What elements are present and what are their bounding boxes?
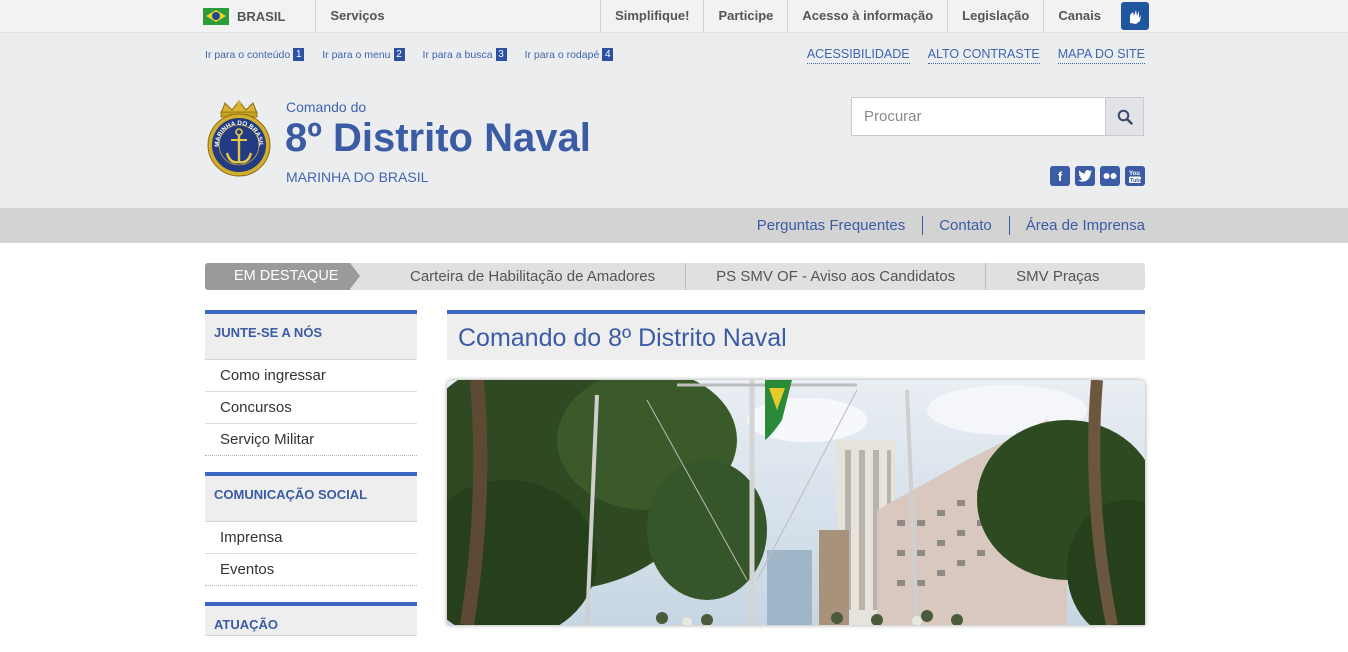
sidebar-item-eventos[interactable]: Eventos: [205, 554, 417, 586]
highlights-label: EM DESTAQUE: [205, 263, 360, 290]
high-contrast-link[interactable]: ALTO CONTRASTE: [927, 47, 1040, 64]
vlibras-hand-icon[interactable]: [1121, 2, 1149, 30]
sidebar-section-junte-se: JUNTE-SE A NÓS Como ingressar Concursos …: [205, 310, 417, 456]
sidebar-section-atuacao: ATUAÇÃO: [205, 602, 417, 636]
sidebar-item-concursos[interactable]: Concursos: [205, 392, 417, 424]
sidebar-menu: JUNTE-SE A NÓS Como ingressar Concursos …: [205, 310, 417, 652]
main-content: Comando do 8º Distrito Naval: [447, 310, 1145, 625]
sidebar-section-comunicacao: COMUNICAÇÃO SOCIAL Imprensa Eventos: [205, 472, 417, 586]
skip-to-search-link[interactable]: Ir para a busca 3: [423, 48, 507, 61]
service-bar: Perguntas Frequentes Contato Área de Imp…: [0, 208, 1348, 243]
skip-to-footer-link[interactable]: Ir para o rodapé 4: [525, 48, 614, 61]
svg-text:You: You: [1129, 171, 1140, 177]
site-title[interactable]: 8º Distrito Naval: [285, 116, 591, 161]
search-box: [851, 97, 1144, 136]
flickr-icon[interactable]: [1100, 166, 1120, 186]
sidebar-section-title[interactable]: ATUAÇÃO: [205, 606, 417, 636]
sidebar-item-como-ingressar[interactable]: Como ingressar: [205, 360, 417, 392]
gov-link-acesso-informacao[interactable]: Acesso à informação: [787, 0, 947, 32]
youtube-icon[interactable]: You Tube: [1125, 166, 1145, 186]
sidebar-section-title[interactable]: JUNTE-SE A NÓS: [205, 314, 417, 360]
skip-to-content-link[interactable]: Ir para o conteúdo 1: [205, 48, 305, 61]
page-title: Comando do 8º Distrito Naval: [447, 310, 1145, 360]
press-area-link[interactable]: Área de Imprensa: [1008, 216, 1145, 235]
highlights-bar: EM DESTAQUE Carteira de Habilitação de A…: [205, 263, 1145, 290]
gov-link-simplifique[interactable]: Simplifique!: [600, 0, 703, 32]
highlight-item[interactable]: PS SMV OF - Aviso aos Candidatos: [686, 263, 987, 290]
search-input[interactable]: [852, 98, 1105, 135]
brazil-flag-icon: [203, 7, 229, 25]
site-subtitle: Comando do: [286, 99, 367, 115]
contact-link[interactable]: Contato: [922, 216, 992, 235]
search-button[interactable]: [1105, 98, 1143, 135]
site-header: Ir para o conteúdo 1 Ir para o menu 2 Ir p…: [0, 33, 1348, 208]
navy-emblem-logo[interactable]: MARINHA DO BRASIL: [205, 99, 273, 191]
gov-link-participe[interactable]: Participe: [703, 0, 787, 32]
sitemap-link[interactable]: MAPA DO SITE: [1057, 47, 1145, 64]
svg-text:Tube: Tube: [1130, 178, 1142, 184]
gov-brasil-link[interactable]: BRASIL: [237, 9, 285, 24]
sidebar-item-imprensa[interactable]: Imprensa: [205, 522, 417, 554]
sidebar-item-servico-militar[interactable]: Serviço Militar: [205, 424, 417, 456]
gov-bar: BRASIL Serviços Simplifique! Participe A…: [0, 0, 1348, 33]
gov-services-link[interactable]: Serviços: [315, 0, 398, 32]
highlight-item[interactable]: SMV Praças: [986, 263, 1129, 290]
twitter-icon[interactable]: [1075, 166, 1095, 186]
search-icon: [1117, 109, 1133, 125]
top-links: ACESSIBILIDADE ALTO CONTRASTE MAPA DO SI…: [789, 47, 1145, 64]
featured-photo[interactable]: [447, 380, 1145, 625]
sidebar-section-title[interactable]: COMUNICAÇÃO SOCIAL: [205, 476, 417, 522]
highlight-item[interactable]: Carteira de Habilitação de Amadores: [350, 263, 687, 290]
facebook-icon[interactable]: f: [1050, 166, 1070, 186]
skip-to-menu-link[interactable]: Ir para o menu 2: [322, 48, 405, 61]
site-organization: MARINHA DO BRASIL: [286, 169, 429, 185]
gov-link-canais[interactable]: Canais: [1043, 0, 1115, 32]
accessibility-shortcuts: Ir para o conteúdo 1 Ir para o menu 2 Ir p…: [205, 48, 631, 61]
social-links: f You Tube: [1045, 166, 1145, 186]
faq-link[interactable]: Perguntas Frequentes: [757, 216, 905, 235]
gov-link-legislacao[interactable]: Legislação: [947, 0, 1043, 32]
accessibility-link[interactable]: ACESSIBILIDADE: [806, 47, 910, 64]
